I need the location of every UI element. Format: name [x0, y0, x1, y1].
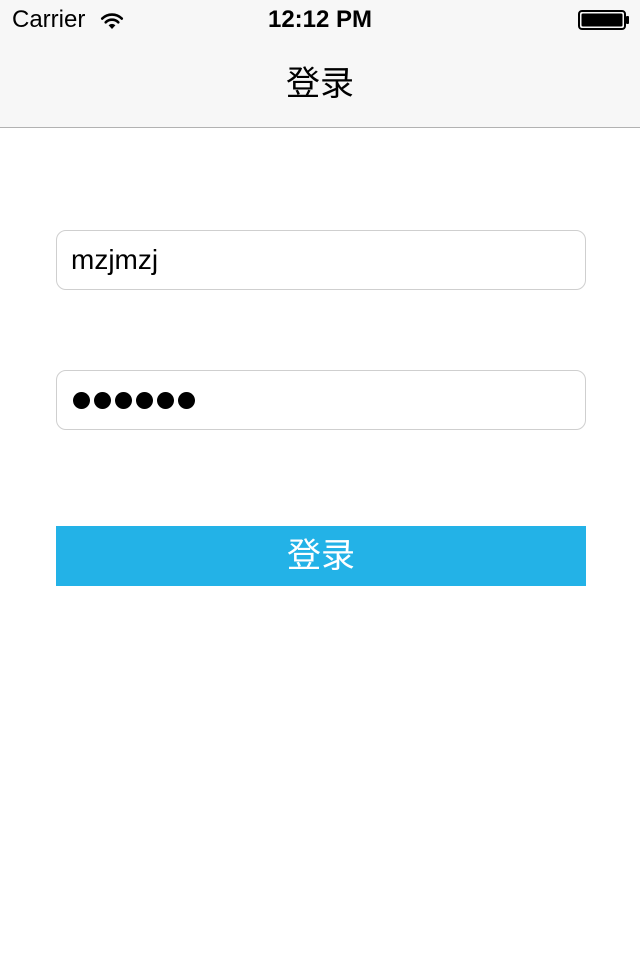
navigation-bar: 登录: [0, 40, 640, 128]
status-time: 12:12 PM: [267, 6, 373, 33]
top-bar-area: Carrier 12:12 PM 登录: [0, 0, 640, 128]
password-field[interactable]: [56, 370, 586, 430]
status-bar: Carrier 12:12 PM: [0, 0, 640, 40]
page-title: 登录: [286, 65, 354, 103]
password-dot: [178, 392, 195, 409]
password-dot: [94, 392, 111, 409]
login-button[interactable]: 登录: [56, 526, 586, 586]
password-dot: [115, 392, 132, 409]
password-dot: [136, 392, 153, 409]
password-dot: [73, 392, 90, 409]
password-mask: [73, 390, 195, 410]
password-dot: [157, 392, 174, 409]
username-field[interactable]: mzjmzj: [56, 230, 586, 290]
battery-full-icon: [578, 10, 629, 30]
